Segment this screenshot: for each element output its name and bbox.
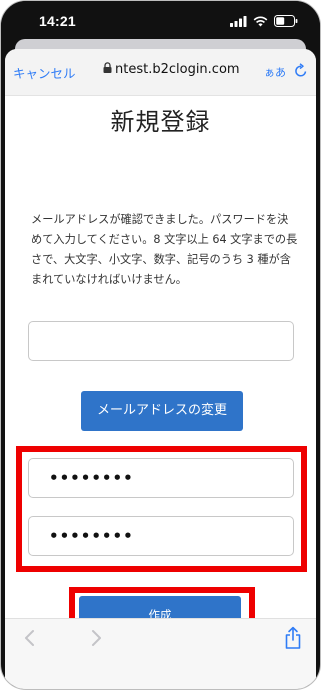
page-content: 新規登録 メールアドレスが確認できました。パスワードを決めて入力してください。8… bbox=[5, 96, 316, 644]
share-icon[interactable] bbox=[284, 626, 302, 654]
wifi-icon bbox=[253, 16, 268, 27]
page-title: 新規登録 bbox=[110, 108, 211, 136]
text-size-button[interactable]: ぁあ bbox=[264, 64, 286, 80]
reload-icon[interactable] bbox=[294, 63, 308, 82]
lock-icon bbox=[103, 62, 112, 77]
change-email-button[interactable]: メールアドレスの変更 bbox=[81, 391, 243, 431]
status-icons bbox=[230, 15, 298, 27]
browser-toolbar bbox=[5, 618, 316, 689]
confirm-password-field[interactable]: •••••••• bbox=[28, 516, 294, 556]
phone-frame: 14:21 キャンセル ntest.b2clogin.com ぁあ 新規登録 メ… bbox=[0, 0, 321, 690]
signal-icon bbox=[230, 15, 247, 27]
back-icon[interactable] bbox=[23, 629, 37, 651]
email-field[interactable] bbox=[28, 321, 294, 361]
intro-text: メールアドレスが確認できました。パスワードを決めて入力してください。8 文字以上… bbox=[31, 213, 298, 286]
cancel-button[interactable]: キャンセル bbox=[13, 63, 76, 82]
page-url: ntest.b2clogin.com bbox=[115, 62, 240, 77]
browser-sheet: キャンセル ntest.b2clogin.com ぁあ 新規登録 メールアドレス… bbox=[5, 49, 316, 689]
status-bar: 14:21 bbox=[1, 1, 320, 43]
browser-nav-bar: キャンセル ntest.b2clogin.com ぁあ bbox=[5, 49, 316, 96]
status-time: 14:21 bbox=[39, 13, 76, 29]
forward-icon[interactable] bbox=[89, 629, 103, 651]
password-field[interactable]: •••••••• bbox=[28, 458, 294, 498]
battery-icon bbox=[274, 15, 298, 27]
address-bar[interactable]: ntest.b2clogin.com bbox=[103, 62, 240, 77]
